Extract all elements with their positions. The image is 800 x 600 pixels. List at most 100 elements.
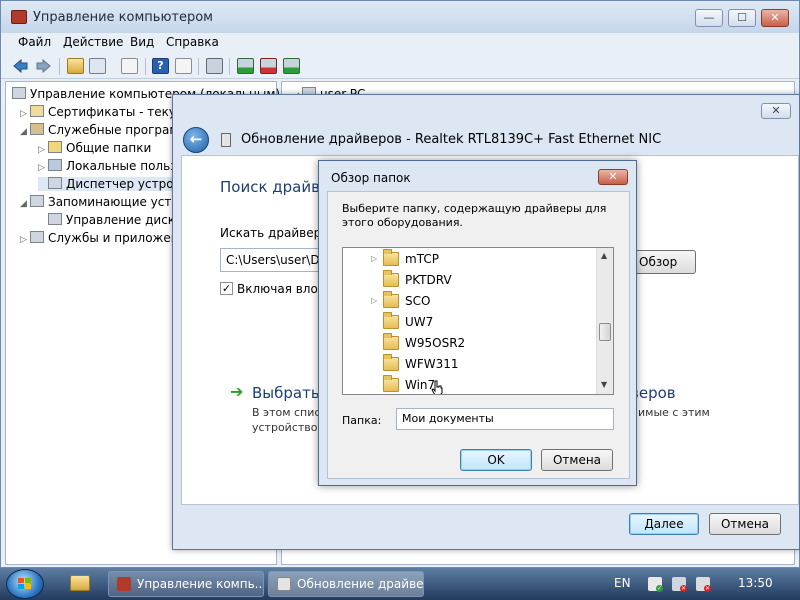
device-icon[interactable]	[206, 58, 223, 74]
expand-arrow-icon[interactable]: ▷	[38, 145, 48, 155]
disable-device-icon[interactable]	[260, 58, 277, 74]
menu-file[interactable]: Файл	[18, 35, 51, 49]
windows-logo-icon	[18, 578, 32, 590]
folder-item-sco[interactable]: ▷ SCO	[367, 291, 597, 312]
green-arrow-icon: ➔	[230, 382, 244, 401]
expand-arrow-icon[interactable]: ▷	[371, 254, 377, 263]
show-hide-tree-icon[interactable]	[89, 58, 106, 74]
minimize-button[interactable]: —	[695, 9, 723, 27]
expand-arrow-icon[interactable]: ▷	[38, 163, 48, 173]
certificate-icon	[30, 105, 44, 117]
folder-label: Папка:	[342, 414, 382, 427]
expand-arrow-icon[interactable]: ▷	[371, 296, 377, 305]
scroll-down-icon[interactable]: ▼	[601, 380, 607, 389]
menu-action[interactable]: Действие	[63, 35, 123, 49]
shared-folder-icon	[48, 141, 62, 153]
storage-icon	[30, 195, 44, 207]
collapse-arrow-icon[interactable]: ◢	[20, 199, 30, 209]
tree-item-system-tools[interactable]: ◢ Служебные програм	[20, 123, 178, 137]
pick-from-list-description-tail: имые с этим	[638, 406, 710, 419]
clock[interactable]: 13:50	[738, 576, 773, 590]
update-driver-icon[interactable]	[237, 58, 254, 74]
tree-item-disk-management[interactable]: Управление диска	[38, 213, 182, 227]
folder-icon	[383, 333, 399, 350]
expand-arrow-icon[interactable]: ▷	[20, 235, 30, 245]
start-button[interactable]	[6, 569, 44, 599]
language-indicator[interactable]: EN	[614, 576, 631, 590]
next-button[interactable]: Далее	[629, 513, 699, 535]
forward-arrow-icon[interactable]	[35, 58, 52, 74]
scan-hardware-icon[interactable]	[283, 58, 300, 74]
title-bar[interactable]: Управление компьютером — ☐ ✕	[1, 1, 799, 33]
folder-icon	[383, 375, 399, 392]
menu-view[interactable]: Вид	[130, 35, 154, 49]
folder-icon	[383, 249, 399, 266]
browse-dialog-content: Выберите папку, содержащую драйверы для …	[327, 191, 630, 479]
ok-button[interactable]: OK	[460, 449, 532, 471]
folder-item-pktdrv[interactable]: PKTDRV	[367, 270, 597, 291]
folder-name-input[interactable]: Мои документы	[396, 408, 614, 430]
folder-tree[interactable]: ▷ mTCP PKTDRV ▷ SCO UW7 W95OSR2 WFW311 W…	[342, 247, 614, 395]
tree-item-local-users[interactable]: ▷ Локальные пользо	[38, 159, 184, 173]
tree-item-services-apps[interactable]: ▷ Службы и приложени	[20, 231, 186, 245]
tree-item-shared-folders[interactable]: ▷ Общие папки	[38, 141, 151, 155]
tree-item-storage[interactable]: ◢ Запоминающие устр	[20, 195, 179, 209]
taskbar-button-update-drivers[interactable]: Обновление драйве...	[268, 571, 424, 597]
folder-item-w95osr2[interactable]: W95OSR2	[367, 333, 597, 354]
menu-help[interactable]: Справка	[166, 35, 219, 49]
volume-icon[interactable]: ✕	[696, 577, 711, 592]
folder-icon	[383, 291, 399, 308]
taskbar: Управление компь... Обновление драйве...…	[0, 568, 800, 600]
browse-dialog-title: Обзор папок	[331, 171, 411, 185]
network-icon[interactable]: ✕	[672, 577, 687, 592]
tree-item-certificates[interactable]: ▷ Сертификаты - текущ	[20, 105, 187, 119]
folder-icon	[383, 312, 399, 329]
hand-cursor-icon	[431, 380, 443, 394]
menu-bar: Файл Действие Вид Справка	[1, 33, 799, 53]
network-adapter-icon	[221, 133, 231, 147]
browse-cancel-button[interactable]: Отмена	[541, 449, 613, 471]
action-pane-icon[interactable]	[175, 58, 192, 74]
services-icon	[30, 231, 44, 243]
expand-arrow-icon[interactable]: ▷	[20, 109, 30, 119]
computer-management-icon	[117, 577, 131, 591]
pick-from-list-description-line2: устройством	[252, 421, 326, 434]
browse-instruction: Выберите папку, содержащую драйверы для …	[342, 202, 607, 229]
taskbar-button-computer-management[interactable]: Управление компь...	[108, 571, 264, 597]
scroll-up-icon[interactable]: ▲	[601, 251, 607, 260]
wizard-title: Обновление драйверов - Realtek RTL8139C+…	[241, 132, 662, 147]
back-arrow-icon[interactable]	[12, 58, 29, 74]
browse-folder-dialog: Обзор папок ✕ Выберите папку, содержащую…	[318, 160, 637, 486]
back-button[interactable]: ←	[183, 127, 209, 153]
folder-icon	[383, 270, 399, 287]
computer-management-icon	[11, 10, 27, 24]
tree-item-device-manager[interactable]: Диспетчер устрой	[38, 177, 182, 191]
tools-icon	[30, 123, 44, 135]
folder-item-win7[interactable]: Win7	[367, 375, 597, 394]
toolbar: ?	[1, 53, 799, 79]
folder-tree-scrollbar[interactable]: ▲ ▼	[596, 248, 613, 394]
browse-button[interactable]: Обзор	[632, 250, 696, 274]
computer-icon	[12, 87, 26, 99]
action-center-icon[interactable]: ✓	[648, 577, 663, 592]
scroll-thumb[interactable]	[599, 323, 611, 341]
device-manager-icon	[48, 177, 62, 189]
disk-icon	[48, 213, 62, 225]
users-icon	[48, 159, 62, 171]
folder-icon	[383, 354, 399, 371]
properties-icon[interactable]	[121, 58, 138, 74]
help-icon[interactable]: ?	[152, 58, 169, 74]
browse-close-button[interactable]: ✕	[598, 169, 628, 185]
folder-item-mtcp[interactable]: ▷ mTCP	[367, 249, 597, 270]
wizard-cancel-button[interactable]: Отмена	[709, 513, 781, 535]
wizard-close-button[interactable]: ✕	[761, 103, 791, 119]
folder-up-icon[interactable]	[67, 58, 84, 74]
collapse-arrow-icon[interactable]: ◢	[20, 127, 30, 137]
close-button[interactable]: ✕	[761, 9, 789, 27]
device-icon	[277, 577, 291, 591]
folder-item-wfw311[interactable]: WFW311	[367, 354, 597, 375]
folder-item-uw7[interactable]: UW7	[367, 312, 597, 333]
explorer-quicklaunch-icon[interactable]	[70, 575, 90, 591]
include-subfolders-checkbox[interactable]: ✓	[220, 282, 233, 295]
maximize-button[interactable]: ☐	[728, 9, 756, 27]
